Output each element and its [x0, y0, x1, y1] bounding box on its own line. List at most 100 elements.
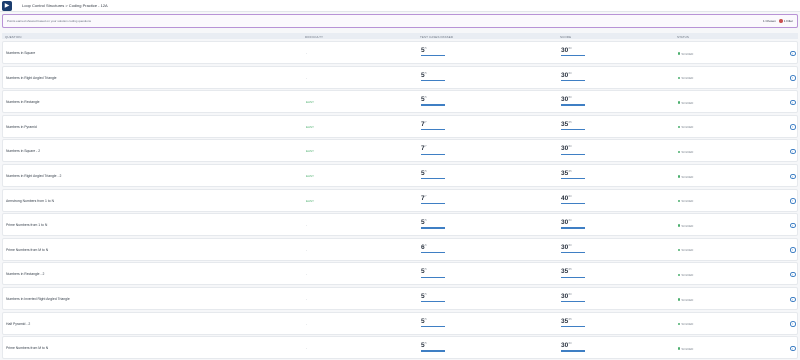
check-dot-icon	[678, 224, 681, 227]
arrow-right-icon[interactable]: ›	[790, 198, 796, 204]
question-name[interactable]: Numbers in Right Angled Triangle - 2	[6, 174, 61, 178]
score-total: /30	[568, 47, 572, 50]
score-progress	[561, 104, 585, 106]
filter-button[interactable]: 1 Filter	[778, 19, 793, 23]
check-dot-icon	[678, 175, 681, 178]
test-cases-progress	[421, 79, 445, 81]
arrow-right-icon[interactable]: ›	[790, 99, 796, 106]
test-cases-progress-fill	[421, 350, 445, 352]
score-total: /35	[568, 120, 572, 124]
status-badge: SOLVED	[678, 322, 693, 326]
difficulty-badge: -	[306, 297, 307, 301]
test-cases-progress-fill	[421, 128, 445, 131]
arrow-right-icon[interactable]: ›	[790, 321, 796, 327]
table-row[interactable]: Numbers in Inverted Right Angled Triangl…	[2, 287, 798, 318]
table-row[interactable]: Prime Numbers from M to N-6/6Latest Atte…	[2, 237, 798, 269]
difficulty-badge: EASY	[306, 174, 315, 178]
question-name[interactable]: Prime Numbers from 1 to N	[6, 223, 47, 227]
arrow-right-icon[interactable]: ›	[790, 75, 796, 81]
check-dot-icon	[678, 126, 681, 129]
question-name[interactable]: Numbers in Rectangle - 2	[6, 272, 44, 276]
question-name[interactable]: Numbers in Square - 2	[6, 149, 40, 153]
arrow-right-icon[interactable]: ›	[790, 50, 796, 56]
test-cases-progress	[421, 276, 445, 278]
question-name[interactable]: Numbers in Square	[6, 51, 35, 55]
test-cases-total: /5	[424, 268, 427, 272]
status-badge: SOLVED	[678, 125, 693, 129]
arrow-right-icon[interactable]: ›	[790, 345, 796, 352]
test-cases-progress-fill	[421, 202, 445, 204]
table-row[interactable]: Numbers in Square - 2EASY7/7Latest Attem…	[2, 139, 798, 171]
score-progress-fill	[561, 153, 585, 155]
score-progress-fill	[561, 104, 585, 106]
column-difficulty[interactable]: DIFFICULTY	[305, 35, 323, 39]
status-badge: SOLVED	[678, 273, 693, 277]
arrow-right-icon[interactable]: ›	[790, 148, 796, 155]
test-cases-progress-fill	[421, 227, 445, 229]
table-row[interactable]: Prime Numbers from 1 to N-5/5Latest Atte…	[2, 213, 798, 244]
test-cases-total: /7	[424, 145, 427, 149]
status-badge: SOLVED	[678, 199, 693, 203]
status-badge: SOLVED	[678, 101, 693, 105]
status-label: SOLVED	[681, 149, 694, 154]
status-badge: SOLVED	[678, 175, 693, 179]
test-cases-total: /5	[424, 293, 427, 296]
test-cases-progress	[421, 104, 445, 106]
score-progress-fill	[561, 55, 585, 57]
table-row[interactable]: Numbers in Square-5/5Latest Attempt: 5/5…	[2, 41, 798, 72]
status-label: SOLVED	[681, 223, 694, 228]
table-row[interactable]: Numbers in Rectangle - 2-5/5Latest Attem…	[2, 262, 798, 294]
question-name[interactable]: Prime Numbers from M to N	[6, 346, 48, 350]
question-name[interactable]: Prime Numbers from M to N	[6, 248, 48, 252]
status-label: SOLVED	[681, 174, 694, 179]
status-label: SOLVED	[681, 322, 694, 327]
column-status[interactable]: STATUS	[677, 35, 689, 39]
column-question[interactable]: QUESTION	[5, 35, 21, 39]
check-dot-icon	[678, 150, 681, 154]
table-row[interactable]: Armstrong Numbers from 1 to NEASY7/7Late…	[2, 188, 798, 220]
score-progress	[561, 227, 585, 229]
arrow-right-icon[interactable]: ›	[790, 222, 796, 229]
arrow-right-icon[interactable]: ›	[790, 271, 796, 278]
column-test-cases[interactable]: TEST CASES PASSED	[420, 35, 453, 39]
table-row[interactable]: Numbers in Right Angled Triangle - 2 EASY…	[2, 164, 798, 195]
selected-count[interactable]: 1 Chosen	[763, 19, 776, 23]
app-logo-icon[interactable]: ▶	[2, 0, 12, 11]
table-row[interactable]: Half Pyramid - 2-5/5Latest Attempt: 5/53…	[2, 311, 798, 343]
table-header: QUESTION DIFFICULTY TEST CASES PASSED SC…	[2, 33, 798, 39]
table-row[interactable]: Numbers in Right Angled Triangle-5/5Late…	[2, 65, 798, 97]
test-cases-progress	[421, 55, 445, 57]
test-cases-progress-fill	[421, 153, 445, 155]
difficulty-badge: -	[306, 272, 307, 277]
table-row[interactable]: Numbers in RectangleEASY5/5Latest Attemp…	[2, 90, 798, 121]
table-row[interactable]: Prime Numbers from M to N - 5/5Latest Atte…	[2, 336, 798, 360]
arrow-right-icon[interactable]: ›	[790, 124, 796, 130]
test-cases-cell: 5/5Latest Attempt: 5/5	[421, 340, 445, 360]
test-cases-total: /5	[424, 342, 427, 346]
test-cases-progress	[421, 227, 445, 229]
column-score[interactable]: SCORE	[560, 35, 571, 39]
info-notice: Points earned showed based on your solut…	[2, 14, 798, 28]
arrow-right-icon[interactable]: ›	[790, 296, 796, 302]
question-name[interactable]: Numbers in Rectangle	[6, 100, 40, 104]
check-dot-icon	[678, 322, 681, 326]
question-name[interactable]: Numbers in Inverted Right Angled Triangl…	[6, 297, 70, 301]
arrow-right-icon[interactable]: ›	[790, 247, 796, 253]
breadcrumb[interactable]: Loop Control Structures > Coding Practic…	[22, 3, 108, 8]
status-label: SOLVED	[681, 76, 694, 81]
score-cell: 30/30Latest Score: 30/30	[561, 340, 585, 360]
status-badge: SOLVED	[678, 224, 693, 228]
difficulty-badge: -	[306, 223, 307, 228]
question-name[interactable]: Armstrong Numbers from 1 to N	[6, 199, 54, 203]
difficulty-badge: -	[306, 75, 307, 80]
question-name[interactable]: Half Pyramid - 2	[6, 322, 30, 326]
question-name[interactable]: Numbers in Right Angled Triangle	[6, 76, 57, 80]
test-cases-progress	[421, 251, 445, 254]
score-progress-fill	[561, 128, 585, 131]
arrow-right-icon[interactable]: ›	[790, 173, 796, 179]
score-total: /30	[568, 342, 572, 346]
table-row[interactable]: Numbers in PyramidEASY7/7Latest Attempt:…	[2, 114, 798, 146]
score-progress-fill	[561, 350, 585, 352]
question-name[interactable]: Numbers in Pyramid	[6, 125, 37, 129]
score-total: /35	[568, 268, 572, 272]
